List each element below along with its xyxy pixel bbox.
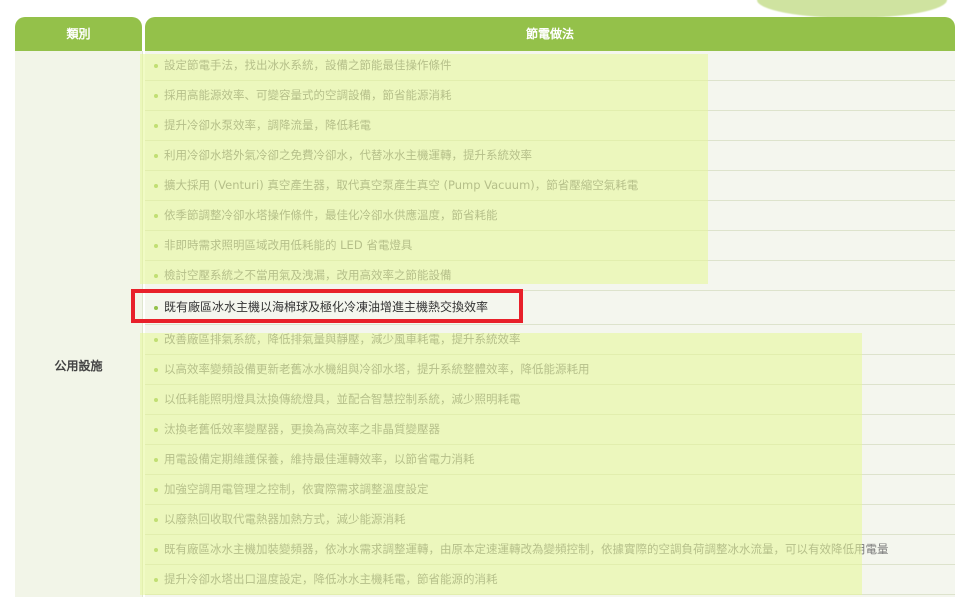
bullet-icon [154,305,158,310]
bullet-icon [154,427,158,432]
bullet-icon [154,337,158,342]
list-item: 非即時需求照明區域改用低耗能的 LED 省電燈具 [145,231,955,261]
leaf-decoration [757,0,947,18]
bullet-icon [154,397,158,402]
header-category: 類別 [15,17,142,51]
bullet-icon [154,213,158,218]
list-item: 採用高能源效率、可變容量式的空調設備，節省能源消耗 [145,81,955,111]
list-item: 檢討空壓系統之不當用氣及洩漏，改用高效率之節能設備 [145,261,955,291]
list-item: 加強空調用電管理之控制，依實際需求調整溫度設定 [145,475,955,505]
bullet-icon [154,273,158,278]
bullet-icon [154,457,158,462]
bullet-icon [154,547,158,552]
bullet-icon [154,183,158,188]
bullet-icon [154,577,158,582]
list-item: 改善廠區排氣系統，降低排氣量與靜壓，減少風車耗電，提升系統效率 [145,325,955,355]
list-item: 既有廠區冰水主機加裝變頻器，依冰水需求調整運轉，由原本定速運轉改為變頻控制，依據… [145,535,955,565]
bullet-icon [154,517,158,522]
category-cell: 公用設施 [15,51,143,597]
list-item: 提升冷卻水泵效率，調降流量，降低耗電 [145,111,955,141]
bullet-icon [154,367,158,372]
bullet-icon [154,153,158,158]
list-item-selected: 既有廠區冰水主機以海棉球及極化冷凍油增進主機熱交換效率 [145,291,955,325]
bullet-icon [154,243,158,248]
list-item: 以低耗能照明燈具汰換傳統燈具，並配合智慧控制系統，減少照明耗電 [145,385,955,415]
list-item: 擴大採用 (Venturi) 真空產生器，取代真空泵產生真空 (Pump Vac… [145,171,955,201]
list-item: 利用冷卻水塔外氣冷卻之免費冷卻水，代替冰水主機運轉，提升系統效率 [145,141,955,171]
list-item: 汰換老舊低效率變壓器，更換為高效率之非晶質變壓器 [145,415,955,445]
method-list: 設定節電手法，找出冰水系統，設備之節能最佳操作條件 採用高能源效率、可變容量式的… [145,51,955,597]
list-item: 依季節調整冷卻水塔操作條件，最佳化冷卻水供應溫度，節省耗能 [145,201,955,231]
list-item: 設定節電手法，找出冰水系統，設備之節能最佳操作條件 [145,51,955,81]
bullet-icon [154,123,158,128]
bullet-icon [154,487,158,492]
bullet-icon [154,63,158,68]
list-item: 以廢熱回收取代電熱器加熱方式，減少能源消耗 [145,505,955,535]
category-label: 公用設施 [54,359,103,373]
header-method: 節電做法 [145,17,955,51]
list-item: 以高效率變頻設備更新老舊冰水機組與冷卻水塔，提升系統整體效率，降低能源耗用 [145,355,955,385]
list-item: 提升冷卻水塔出口溫度設定，降低冰水主機耗電，節省能源的消耗 [145,565,955,595]
list-item: 用電設備定期維護保養，維持最佳運轉效率，以節省電力消耗 [145,445,955,475]
bullet-icon [154,93,158,98]
